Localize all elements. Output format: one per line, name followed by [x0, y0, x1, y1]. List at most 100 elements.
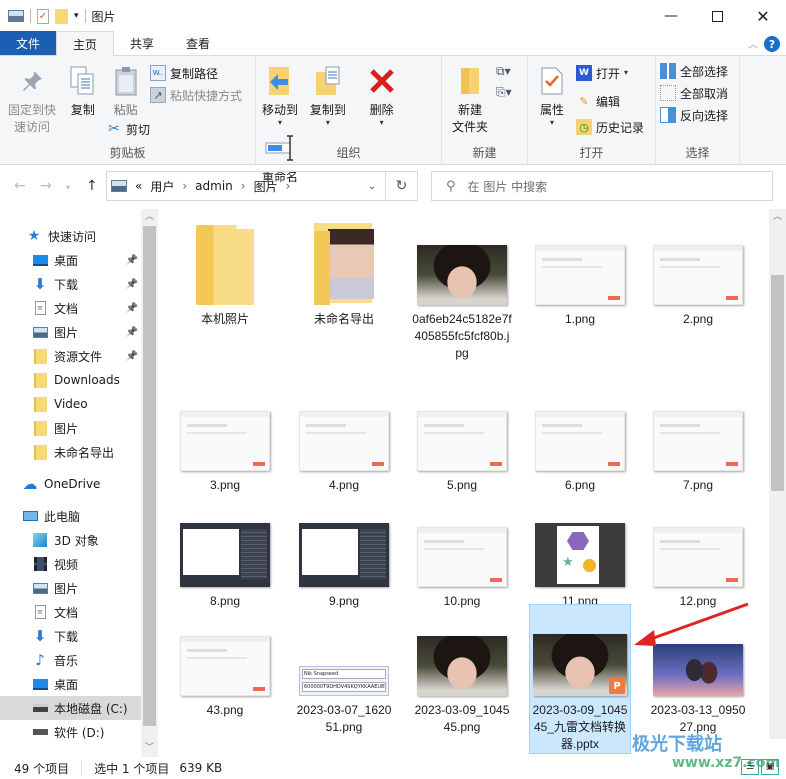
- sidebar-item-pc-0[interactable]: 3D 对象: [0, 528, 142, 552]
- move-to-button[interactable]: 移动到 ▾: [258, 60, 302, 127]
- sidebar-item-quick-1[interactable]: ⬇ 下载 📌: [0, 272, 142, 296]
- close-button[interactable]: ✕: [740, 0, 786, 32]
- sidebar-item-this-pc[interactable]: 此电脑: [0, 504, 142, 528]
- refresh-button[interactable]: ↻: [386, 171, 418, 201]
- forward-button[interactable]: →: [40, 178, 52, 194]
- sidebar-item-quick-3[interactable]: 图片 📌: [0, 320, 142, 344]
- sidebar-scrollbar[interactable]: ︿ ﹀: [141, 209, 158, 757]
- breadcrumb-separator[interactable]: ›: [241, 179, 246, 193]
- select-all-button[interactable]: 全部选择: [660, 60, 735, 82]
- scroll-down-arrow[interactable]: ﹀: [141, 740, 158, 757]
- file-item[interactable]: 2023-03-13_095027.png: [647, 604, 749, 736]
- file-item[interactable]: ★ 11.png: [529, 495, 631, 610]
- tab-file[interactable]: 文件: [0, 31, 56, 55]
- file-item[interactable]: 9.png: [293, 495, 395, 610]
- sidebar-item-quick-6[interactable]: Video: [0, 392, 142, 416]
- file-item[interactable]: 2023-03-09_104545.png: [411, 604, 513, 736]
- file-item[interactable]: 0af6eb24c5182e7f405855fc5fcf80b.jpg: [411, 213, 513, 362]
- file-item[interactable]: Nik Snapseed 600000T9DHDV4SKQYKKAAEU85 202…: [293, 604, 395, 736]
- copy-path-button[interactable]: W.. 复制路径: [150, 62, 242, 84]
- new-folder-icon[interactable]: [55, 8, 68, 24]
- sidebar-item-quick-access[interactable]: ★ 快速访问: [0, 224, 142, 248]
- large-icons-view-button[interactable]: ▣: [761, 759, 779, 775]
- file-item[interactable]: 43.png: [174, 604, 276, 719]
- new-item-button[interactable]: ⧉▾: [496, 64, 512, 79]
- paste-button[interactable]: 粘贴: [106, 60, 146, 119]
- minimize-button[interactable]: —: [648, 0, 694, 32]
- tab-share[interactable]: 共享: [114, 31, 170, 55]
- breadcrumb-separator[interactable]: ›: [182, 179, 187, 193]
- sidebar-item-pc-6[interactable]: 桌面: [0, 672, 142, 696]
- history-button[interactable]: ◷ 历史记录: [576, 116, 644, 138]
- folder-item[interactable]: 本机照片: [174, 213, 276, 328]
- maximize-button[interactable]: [694, 0, 740, 32]
- file-item[interactable]: 6.png: [529, 379, 631, 494]
- file-item[interactable]: 8.png: [174, 495, 276, 610]
- edit-button[interactable]: ✎ 编辑: [576, 90, 644, 112]
- sidebar-item-quick-8[interactable]: 未命名导出: [0, 440, 142, 464]
- scroll-thumb[interactable]: [771, 275, 784, 491]
- sidebar-item-quick-7[interactable]: 图片: [0, 416, 142, 440]
- folder-item[interactable]: 未命名导出: [293, 213, 395, 328]
- easy-access-button[interactable]: ⎘▾: [496, 85, 512, 100]
- sidebar-item-quick-0[interactable]: 桌面 📌: [0, 248, 142, 272]
- breadcrumb-separator[interactable]: ›: [286, 179, 291, 193]
- address-dropdown-icon[interactable]: ⌄: [359, 181, 385, 192]
- back-button[interactable]: ←: [14, 178, 26, 194]
- sidebar-item-pc-1[interactable]: 视频: [0, 552, 142, 576]
- content-scrollbar[interactable]: ︿: [769, 209, 786, 739]
- sidebar-item-quick-5[interactable]: Downloads: [0, 368, 142, 392]
- breadcrumb-overflow[interactable]: «: [135, 179, 142, 193]
- open-button[interactable]: W 打开 ▾: [576, 62, 644, 84]
- sidebar-item-pc-7[interactable]: 本地磁盘 (C:): [0, 696, 142, 720]
- new-folder-button[interactable]: 新建 文件夹: [448, 60, 492, 136]
- collapse-ribbon-icon[interactable]: ︿: [748, 36, 758, 51]
- file-item[interactable]: 10.png: [411, 495, 513, 610]
- sidebar-item-quick-2[interactable]: ≡ 文档 📌: [0, 296, 142, 320]
- file-item[interactable]: 4.png: [293, 379, 395, 494]
- properties-button[interactable]: 属性 ▾: [534, 60, 570, 127]
- cut-button[interactable]: ✂ 剪切: [106, 118, 150, 140]
- delete-button[interactable]: 删除 ▾: [360, 60, 404, 127]
- address-bar[interactable]: « 用户 › admin › 图片 › ⌄: [106, 171, 386, 201]
- properties-check-icon[interactable]: ✓: [37, 8, 49, 24]
- file-item[interactable]: 12.png: [647, 495, 749, 610]
- invert-selection-button[interactable]: 反向选择: [660, 104, 735, 126]
- sidebar-item-pc-2[interactable]: 图片: [0, 576, 142, 600]
- select-none-button[interactable]: 全部取消: [660, 82, 735, 104]
- help-icon[interactable]: ?: [764, 36, 780, 52]
- sidebar-item-pc-3[interactable]: ≡ 文档: [0, 600, 142, 624]
- tab-view[interactable]: 查看: [170, 31, 226, 55]
- sidebar-item-pc-4[interactable]: ⬇ 下载: [0, 624, 142, 648]
- up-button[interactable]: ↑: [86, 178, 98, 194]
- copy-to-button[interactable]: 复制到 ▾: [306, 60, 350, 127]
- sidebar-item-onedrive[interactable]: ☁ OneDrive: [0, 472, 142, 496]
- file-item[interactable]: P 2023-03-09_104545_九雷文档转换器.pptx: [529, 604, 631, 754]
- search-box[interactable]: ⚲ 在 图片 中搜索: [431, 171, 773, 201]
- breadcrumb-pictures[interactable]: 图片: [254, 178, 278, 195]
- paste-shortcut-button[interactable]: ↗ 粘贴快捷方式: [150, 84, 242, 106]
- file-item[interactable]: 5.png: [411, 379, 513, 494]
- sidebar-item-pc-5[interactable]: ♪ 音乐: [0, 648, 142, 672]
- file-item[interactable]: 2.png: [647, 213, 749, 328]
- scroll-thumb[interactable]: [143, 226, 156, 726]
- copy-button[interactable]: 复制: [64, 60, 102, 119]
- scroll-up-arrow[interactable]: ︿: [769, 209, 786, 226]
- customize-dropdown-icon[interactable]: ▾: [74, 11, 79, 21]
- search-input[interactable]: 在 图片 中搜索: [468, 178, 548, 195]
- sidebar-item-pc-8[interactable]: 软件 (D:): [0, 720, 142, 744]
- breadcrumb-users[interactable]: 用户: [150, 178, 174, 195]
- sidebar-item-label: 音乐: [54, 653, 79, 668]
- tab-home[interactable]: 主页: [56, 31, 115, 56]
- file-item[interactable]: 7.png: [647, 379, 749, 494]
- sidebar-item-quick-4[interactable]: 资源文件 📌: [0, 344, 142, 368]
- file-item[interactable]: 3.png: [174, 379, 276, 494]
- picture-icon[interactable]: [8, 10, 24, 22]
- recent-locations-button[interactable]: ▾: [66, 183, 70, 192]
- delete-dropdown-icon: ▾: [379, 118, 384, 127]
- breadcrumb-admin[interactable]: admin: [195, 179, 233, 193]
- scroll-up-arrow[interactable]: ︿: [141, 209, 158, 226]
- pin-quick-access-button[interactable]: 固定到快 速访问: [4, 60, 60, 136]
- details-view-button[interactable]: ☰: [741, 759, 759, 775]
- file-item[interactable]: 1.png: [529, 213, 631, 328]
